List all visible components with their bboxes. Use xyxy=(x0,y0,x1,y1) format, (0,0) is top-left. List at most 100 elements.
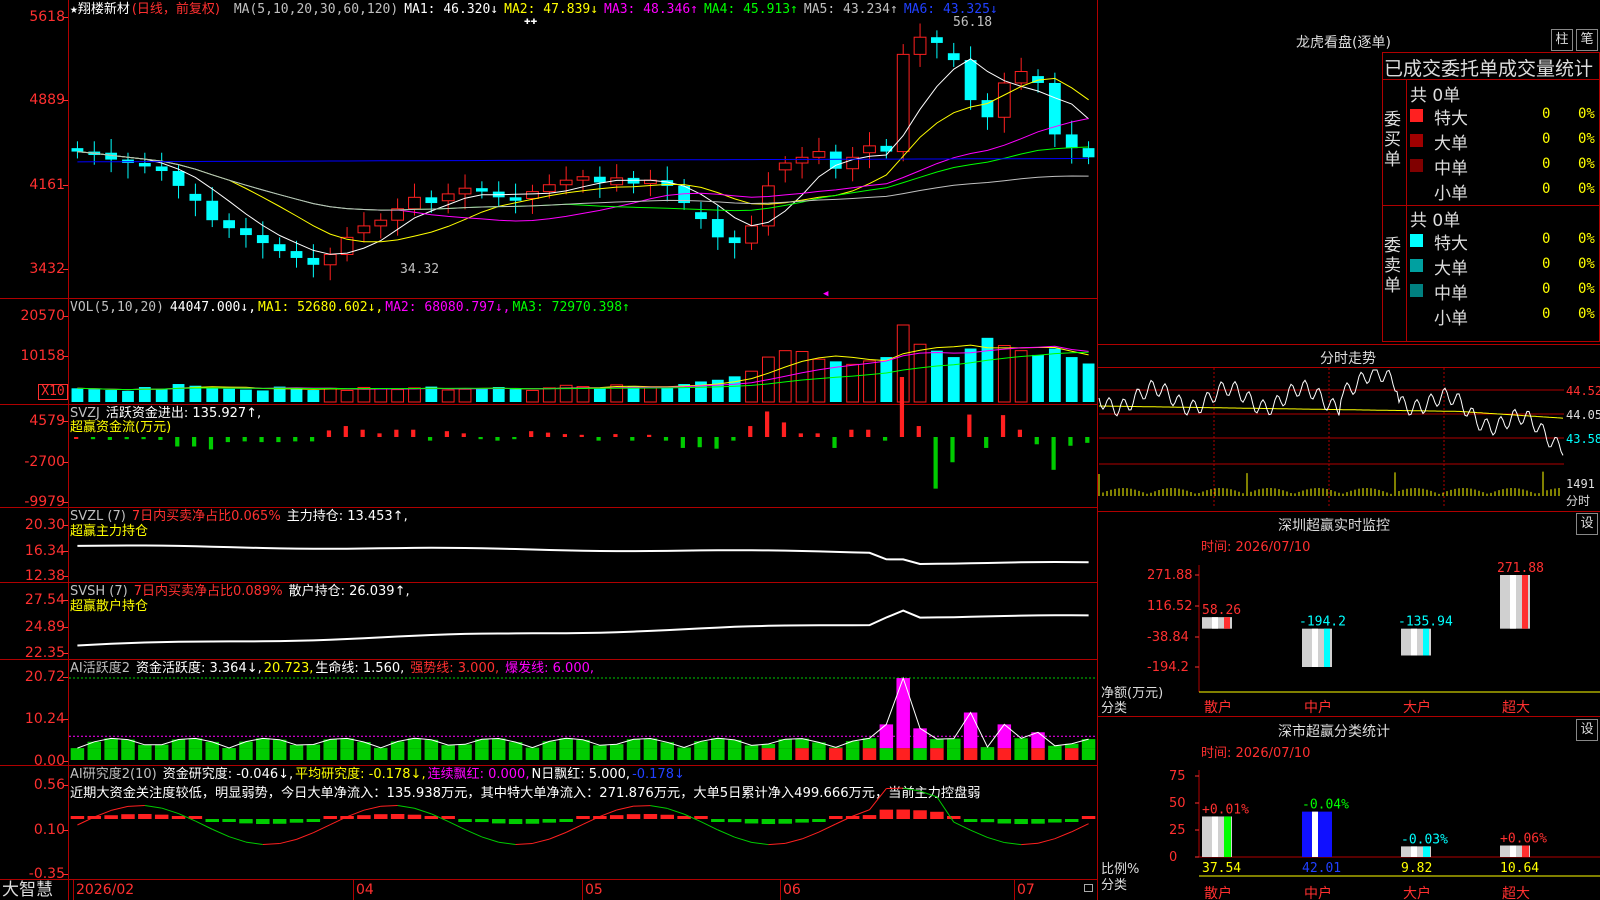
flow-bar xyxy=(899,377,905,437)
kline-chart[interactable] xyxy=(69,18,1097,298)
candle-body xyxy=(1014,71,1028,84)
star-icon[interactable]: ★ xyxy=(70,2,78,17)
research-line xyxy=(751,841,769,846)
sell-side-label: 委卖单 xyxy=(1384,236,1401,296)
flow-bar xyxy=(680,437,685,448)
sell-row-count: 0 xyxy=(1542,256,1551,272)
sell-row-count: 0 xyxy=(1542,306,1551,322)
activity-bar xyxy=(87,748,102,760)
date-tick xyxy=(582,880,583,900)
volume-bar xyxy=(172,384,185,402)
svzj-chart[interactable] xyxy=(69,377,1097,506)
mon-bar-label: 271.88 xyxy=(1497,561,1544,576)
activity-bar xyxy=(205,741,219,749)
candle-body xyxy=(441,193,455,202)
candle-body xyxy=(256,235,269,244)
candle-body xyxy=(542,184,556,193)
date-tick-label: 04 xyxy=(356,882,374,898)
flow-bar xyxy=(866,429,871,437)
volume-bar xyxy=(391,389,405,403)
activity-bar xyxy=(491,748,506,760)
monitor-chart[interactable]: 271.88 116.52 -38.84 -194.2 58.26 散户 -194.2 中户 -… xyxy=(1099,560,1600,716)
mon-y-tick-label: 271.88 xyxy=(1147,568,1193,583)
research-bar xyxy=(913,810,927,819)
volume-bar xyxy=(931,350,943,402)
activity-bar xyxy=(711,748,725,760)
intraday-chart[interactable] xyxy=(1098,368,1564,508)
activity-bar xyxy=(188,748,203,760)
candle-body xyxy=(863,145,876,154)
activity-bar xyxy=(357,742,371,749)
date-tick xyxy=(353,880,354,900)
ai2-chart[interactable] xyxy=(69,767,1097,879)
sell-row-pct: 0% xyxy=(1578,231,1595,247)
research-line xyxy=(869,788,887,811)
candle-body xyxy=(997,82,1011,118)
classify-chart[interactable]: 75 50 25 0 +0.01% 37.54 散户 -0.04% 42.01 中户 -0.03% 9… xyxy=(1099,760,1600,900)
research-line xyxy=(111,805,129,811)
activity-bar xyxy=(963,712,978,749)
classify-settings-button[interactable]: 设 xyxy=(1576,719,1598,741)
activity-bar xyxy=(475,748,489,760)
y-tick-label: 4889 xyxy=(29,92,65,108)
activity-bar xyxy=(222,748,236,760)
sell-row-name: 特大 xyxy=(1434,234,1468,254)
fs-title[interactable]: 分时走势 xyxy=(1320,348,1376,368)
tick-mode-button[interactable]: 笔 xyxy=(1576,29,1598,51)
cls-bar-accent xyxy=(1423,846,1430,857)
lhb-tabs[interactable]: 已成交委托单成交量统计 xyxy=(1384,54,1600,81)
activity-bar xyxy=(525,748,540,760)
y-tick xyxy=(63,551,68,552)
cls-cat-label: 中户 xyxy=(1304,885,1332,900)
flow-bar xyxy=(208,437,214,450)
activity-bar xyxy=(458,748,472,760)
candle-body xyxy=(273,244,286,252)
ma-params: MA(5,10,20,30,60,120) xyxy=(233,2,399,17)
activity-bar xyxy=(862,748,877,760)
activity-bar xyxy=(947,748,961,760)
cls-cat-label: 超大 xyxy=(1502,886,1530,900)
date-tick-label: 06 xyxy=(783,882,801,898)
mon-cat-label: 大户 xyxy=(1403,699,1431,716)
activity-bar xyxy=(1031,748,1045,760)
research-bar xyxy=(357,815,371,819)
y-tick xyxy=(63,100,68,101)
flow-bar xyxy=(360,429,365,437)
svzl-chart[interactable] xyxy=(69,509,1097,581)
buy-total: 共 0单 xyxy=(1410,86,1461,106)
research-line xyxy=(161,807,179,815)
flow-bar xyxy=(175,437,180,447)
candle-body xyxy=(458,187,472,195)
flow-bar xyxy=(663,437,669,441)
y-tick xyxy=(63,17,68,18)
divider xyxy=(1098,511,1600,512)
sell-total: 共 0单 xyxy=(1410,211,1461,231)
activity-line xyxy=(77,676,1089,749)
bar-mode-button[interactable]: 柱 xyxy=(1551,29,1573,51)
buy-row-count: 0 xyxy=(1542,156,1551,172)
buy-row-count: 0 xyxy=(1542,181,1551,197)
ai1-chart[interactable] xyxy=(69,661,1097,764)
mon-bar xyxy=(1202,617,1232,629)
y-tick xyxy=(63,185,68,186)
brand-logo[interactable]: 大智慧 xyxy=(2,880,53,900)
volume-chart[interactable] xyxy=(69,314,1097,404)
pointer-icon: ◀ xyxy=(823,289,829,299)
activity-bar xyxy=(694,741,708,749)
volume-bar xyxy=(223,388,235,402)
flow-bar xyxy=(984,437,989,448)
svsh-chart[interactable] xyxy=(69,584,1097,658)
flow-bar xyxy=(343,426,348,437)
activity-bar xyxy=(289,748,304,760)
period-label[interactable]: (日线，前复权) xyxy=(132,2,220,17)
volume-bar xyxy=(256,390,269,402)
lock-icon[interactable] xyxy=(1084,884,1093,892)
research-line xyxy=(144,805,162,809)
monitor-settings-button[interactable]: 设 xyxy=(1576,513,1598,535)
research-line xyxy=(228,836,247,843)
activity-bar xyxy=(997,748,1012,760)
flow-bar xyxy=(90,437,96,440)
research-bar xyxy=(171,816,186,819)
y-tick-label: -9979 xyxy=(24,494,65,510)
volume-scale-badge[interactable]: X10 xyxy=(38,384,68,400)
